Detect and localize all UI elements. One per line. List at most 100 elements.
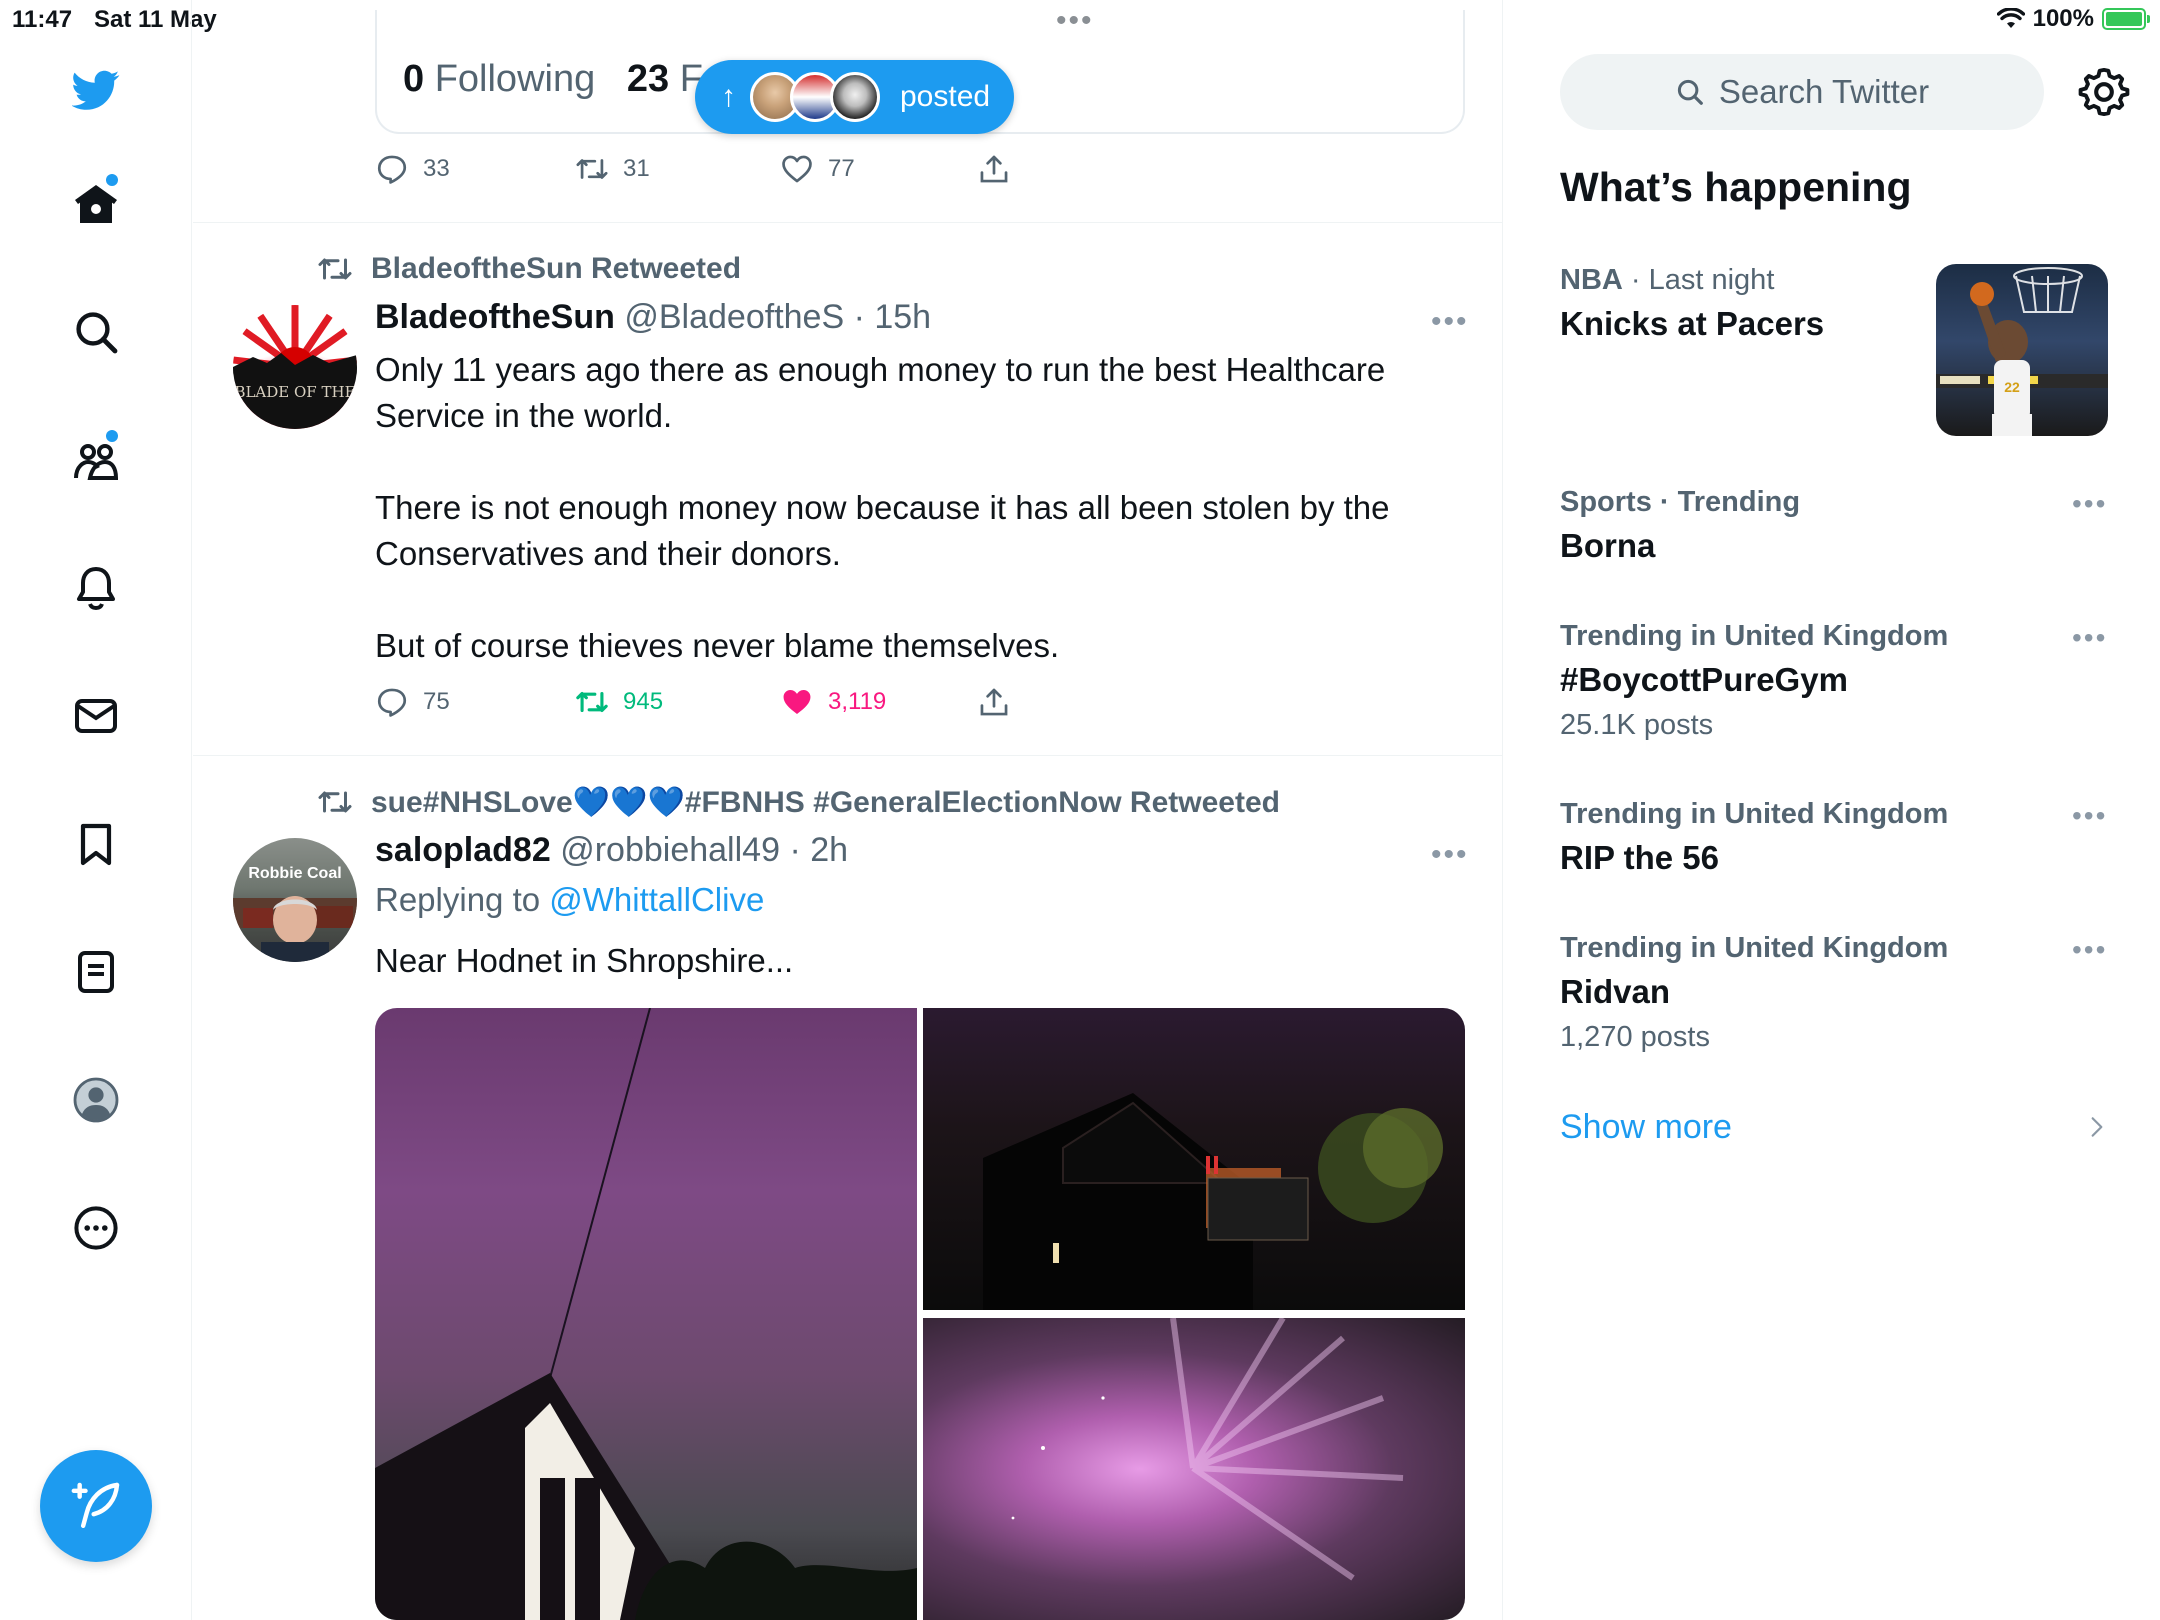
trend-more-button[interactable]: ••• (2072, 934, 2107, 966)
reply-button[interactable]: 33 (375, 152, 450, 186)
like-count: 3,119 (828, 688, 887, 715)
tweet-more-button[interactable]: ••• (1431, 305, 1469, 339)
avatar[interactable]: Robbie Coal (233, 838, 357, 962)
timestamp[interactable]: · 15h (854, 298, 932, 336)
followers-count[interactable]: 23 (627, 58, 669, 100)
left-nav (0, 0, 192, 1620)
like-button[interactable]: 77 (780, 152, 855, 186)
tweet-actions: 75 945 3,119 (375, 685, 1275, 725)
compose-icon (71, 1482, 120, 1529)
follow-counts: 0 Following 23 F (403, 58, 703, 101)
retweet-icon (318, 791, 352, 813)
reply-button[interactable]: 75 (375, 685, 450, 719)
trend-more-button[interactable]: ••• (2072, 488, 2107, 520)
trend-context: Trending in United Kingdom (1560, 932, 2120, 965)
tweet-header: BladeoftheSun @BladeoftheS · 15h (375, 298, 931, 337)
new-posts-pill[interactable]: ↑ posted (695, 60, 1015, 134)
media-photo-house-night[interactable] (923, 1008, 1465, 1310)
retweet-icon (576, 159, 608, 179)
show-more-link[interactable]: Show more (1560, 1108, 1732, 1147)
display-name[interactable]: BladeoftheSun (375, 298, 615, 336)
search-icon[interactable] (66, 302, 126, 362)
search-icon (1677, 79, 1703, 105)
display-name[interactable]: saloplad82 (375, 831, 551, 869)
retweet-context: BladeoftheSun Retweeted (317, 251, 741, 287)
lists-icon[interactable] (66, 942, 126, 1002)
avatar[interactable]: BLADE OF THE (233, 305, 357, 429)
trend-category: NBA (1560, 264, 1623, 296)
tweet[interactable]: sue#NHSLove💙💙💙#FBNHS #GeneralElectionNow… (193, 756, 1502, 1620)
share-icon (980, 155, 1008, 183)
trend-item[interactable]: Sports · Trending Borna (1560, 486, 2120, 565)
trend-context-text: · Last night (1622, 264, 1775, 296)
reply-icon (377, 688, 407, 717)
like-button[interactable]: 3,119 (780, 685, 886, 719)
trend-post-count: 25.1K posts (1560, 709, 1714, 741)
search-input[interactable]: Search Twitter (1560, 54, 2044, 130)
replying-to: Replying to @WhittallClive (375, 881, 764, 919)
tweet-paragraph: But of course thieves never blame themse… (375, 627, 1060, 664)
right-sidebar: Search Twitter What’s happening NBA · La… (1504, 0, 2160, 1620)
trend-title: RIP the 56 (1560, 839, 1719, 876)
trend-title: Ridvan (1560, 973, 1671, 1010)
home-unread-dot (106, 174, 118, 186)
reply-count: 75 (423, 688, 450, 715)
following-count[interactable]: 0 (403, 58, 424, 100)
trend-image[interactable]: 22 (1936, 264, 2108, 436)
photo-art (1011, 1316, 1404, 1581)
retweet-button[interactable]: 945 (575, 685, 663, 719)
chevron-right-icon[interactable] (2084, 1114, 2110, 1140)
trend-image-art: 22 (1936, 267, 2108, 436)
bookmark-icon[interactable] (66, 814, 126, 874)
trend-context-text: Trending in United Kingdom (1560, 932, 1949, 964)
trend-item[interactable]: Trending in United Kingdom RIP the 56 (1560, 798, 2120, 877)
tweet-paragraph: Only 11 years ago there as enough money … (375, 351, 1386, 434)
replying-to-link[interactable]: @WhittallClive (549, 881, 764, 918)
more-icon[interactable] (66, 1198, 126, 1258)
media-photo-aurora-burst[interactable] (923, 1316, 1465, 1620)
arrow-up-icon: ↑ (721, 80, 736, 113)
compose-button[interactable] (40, 1450, 152, 1562)
media-photo-aurora-roof[interactable] (375, 1008, 917, 1620)
trend-item[interactable]: Trending in United Kingdom #BoycottPureG… (1560, 620, 2120, 742)
posted-label: posted (900, 80, 991, 113)
avatar (830, 72, 880, 122)
trend-context: Sports · Trending (1560, 486, 2120, 519)
reply-icon (377, 155, 407, 184)
retweet-context: sue#NHSLove💙💙💙#FBNHS #GeneralElectionNow… (317, 784, 1280, 820)
tweet[interactable]: BladeoftheSun Retweeted BLADE OF THE Bla… (193, 223, 1502, 755)
replying-to-prefix: Replying to (375, 881, 550, 918)
handle[interactable]: @robbiehall49 (560, 831, 780, 869)
retweeted-by[interactable]: BladeoftheSun Retweeted (371, 252, 741, 286)
avatar-text: BLADE OF THE (234, 383, 355, 401)
avatar-text: Robbie Coal (248, 865, 341, 882)
profile-icon[interactable] (66, 1070, 126, 1130)
trend-more-button[interactable]: ••• (2072, 800, 2107, 832)
trend-item[interactable]: Trending in United Kingdom Ridvan 1,270 … (1560, 932, 2120, 1054)
communities-unread-dot (106, 430, 118, 442)
tweet-text: Near Hodnet in Shropshire... (375, 938, 1435, 984)
gear-icon[interactable] (2078, 66, 2130, 118)
retweet-button[interactable]: 31 (575, 152, 650, 186)
retweeted-by[interactable]: sue#NHSLove💙💙💙#FBNHS #GeneralElectionNow… (371, 785, 1280, 820)
avatar-art: BLADE OF THE (233, 305, 357, 429)
tweet-header: saloplad82 @robbiehall49 · 2h (375, 831, 848, 870)
trend-context: Trending in United Kingdom (1560, 620, 2120, 653)
share-button[interactable] (977, 685, 1011, 719)
heart-icon (783, 689, 811, 715)
retweet-icon (318, 258, 352, 280)
trend-more-button[interactable]: ••• (2072, 622, 2107, 654)
timestamp[interactable]: · 2h (789, 831, 848, 869)
trend-context-text: Trending in United Kingdom (1560, 620, 1949, 652)
svg-text:22: 22 (2004, 379, 2020, 395)
prev-tweet-actions: 33 31 77 (375, 152, 1275, 192)
handle[interactable]: @BladeoftheS (624, 298, 844, 336)
mail-icon[interactable] (66, 686, 126, 746)
following-label[interactable]: Following (435, 58, 596, 100)
twitter-bird-icon[interactable] (66, 60, 126, 120)
share-button[interactable] (977, 152, 1011, 186)
trend-context: Trending in United Kingdom (1560, 798, 2120, 831)
bell-icon[interactable] (66, 558, 126, 618)
trend-context-text: Sports · Trending (1560, 486, 1801, 518)
tweet-more-button[interactable]: ••• (1431, 838, 1469, 872)
